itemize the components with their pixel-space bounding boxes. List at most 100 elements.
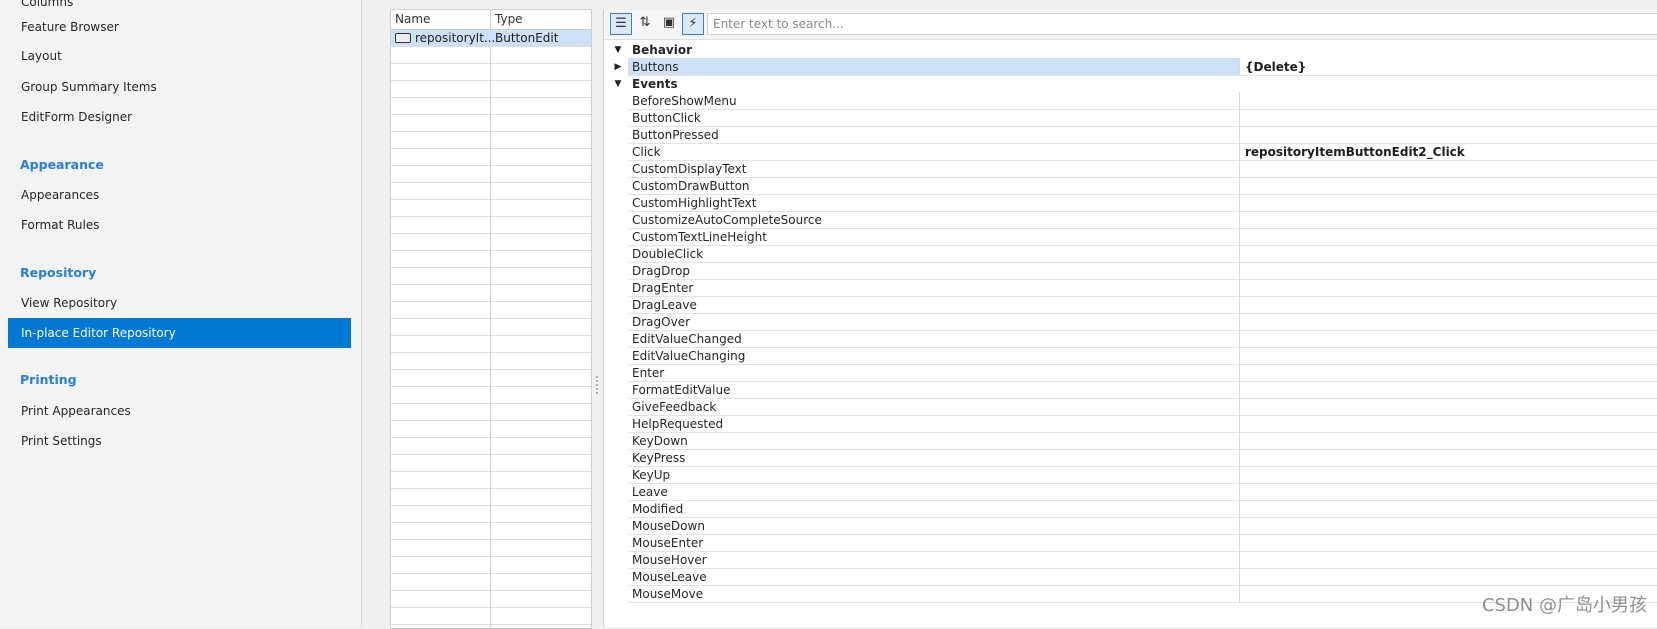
property-row-buttonpressed[interactable]: ButtonPressed bbox=[604, 126, 1657, 144]
property-value[interactable] bbox=[1239, 211, 1657, 229]
property-row-dragover[interactable]: DragOver bbox=[604, 313, 1657, 331]
property-row-doubleclick[interactable]: DoubleClick bbox=[604, 245, 1657, 263]
property-row-mouseenter[interactable]: MouseEnter bbox=[604, 534, 1657, 552]
expand-triangle-icon[interactable]: ▶ bbox=[612, 58, 624, 76]
empty-table-row bbox=[391, 574, 591, 591]
nav-item-view-repository[interactable]: View Repository bbox=[8, 288, 351, 318]
property-value[interactable] bbox=[1239, 483, 1657, 501]
property-value[interactable] bbox=[1239, 466, 1657, 484]
nav-item-print-appearances[interactable]: Print Appearances bbox=[8, 396, 351, 426]
property-value[interactable] bbox=[1239, 364, 1657, 382]
collapse-triangle-icon[interactable]: ▼ bbox=[612, 75, 624, 93]
property-pages-icon[interactable]: ▣ bbox=[658, 13, 680, 35]
property-value[interactable] bbox=[1239, 194, 1657, 212]
property-row-enter[interactable]: Enter bbox=[604, 364, 1657, 382]
property-row-keydown[interactable]: KeyDown bbox=[604, 432, 1657, 450]
property-search-input[interactable] bbox=[707, 13, 1657, 35]
property-row-mouseleave[interactable]: MouseLeave bbox=[604, 568, 1657, 586]
property-value[interactable] bbox=[1239, 177, 1657, 195]
property-value[interactable] bbox=[1239, 109, 1657, 127]
property-value[interactable] bbox=[1239, 126, 1657, 144]
property-name: DragEnter bbox=[628, 279, 1239, 297]
column-header-name[interactable]: Name bbox=[395, 10, 430, 29]
nav-item-editform-designer[interactable]: EditForm Designer bbox=[8, 102, 351, 132]
property-value[interactable] bbox=[1239, 568, 1657, 586]
property-row-dragleave[interactable]: DragLeave bbox=[604, 296, 1657, 314]
property-row-customizeautocompletesource[interactable]: CustomizeAutoCompleteSource bbox=[604, 211, 1657, 229]
property-row-dragenter[interactable]: DragEnter bbox=[604, 279, 1657, 297]
alphabetical-icon[interactable]: ⇅ bbox=[634, 13, 656, 35]
property-value[interactable] bbox=[1239, 330, 1657, 348]
property-value[interactable] bbox=[1239, 92, 1657, 110]
empty-table-row bbox=[391, 540, 591, 557]
repository-items-grid[interactable]: Name Type repositoryIt... ButtonEdit bbox=[390, 9, 592, 629]
property-row-formateditvalue[interactable]: FormatEditValue bbox=[604, 381, 1657, 399]
category-row-events[interactable]: ▼ Events bbox=[604, 75, 1657, 93]
property-row-dragdrop[interactable]: DragDrop bbox=[604, 262, 1657, 280]
property-row-givefeedback[interactable]: GiveFeedback bbox=[604, 398, 1657, 416]
property-value[interactable] bbox=[1239, 415, 1657, 433]
nav-item-group-summary-items[interactable]: Group Summary Items bbox=[8, 72, 351, 102]
property-value[interactable]: {Delete} bbox=[1239, 58, 1657, 76]
property-value[interactable] bbox=[1239, 160, 1657, 178]
property-name: DoubleClick bbox=[628, 245, 1239, 263]
nav-item-layout[interactable]: Layout bbox=[8, 41, 351, 71]
property-name: CustomDisplayText bbox=[628, 160, 1239, 178]
property-row-buttonclick[interactable]: ButtonClick bbox=[604, 109, 1657, 127]
property-name: HelpRequested bbox=[628, 415, 1239, 433]
property-value[interactable] bbox=[1239, 517, 1657, 535]
nav-item-feature-browser[interactable]: Feature Browser bbox=[8, 12, 351, 42]
empty-table-row bbox=[391, 115, 591, 132]
property-name: KeyPress bbox=[628, 449, 1239, 467]
nav-item-format-rules[interactable]: Format Rules bbox=[8, 210, 351, 240]
property-value[interactable] bbox=[1239, 279, 1657, 297]
property-value[interactable] bbox=[1239, 245, 1657, 263]
property-row-customtextlineheight[interactable]: CustomTextLineHeight bbox=[604, 228, 1657, 246]
table-row[interactable]: repositoryIt... ButtonEdit bbox=[391, 30, 591, 47]
property-row-helprequested[interactable]: HelpRequested bbox=[604, 415, 1657, 433]
property-value[interactable] bbox=[1239, 381, 1657, 399]
property-row-modified[interactable]: Modified bbox=[604, 500, 1657, 518]
property-value[interactable] bbox=[1239, 262, 1657, 280]
property-row-mousehover[interactable]: MouseHover bbox=[604, 551, 1657, 569]
property-row-editvaluechanging[interactable]: EditValueChanging bbox=[604, 347, 1657, 365]
events-icon[interactable]: ⚡ bbox=[682, 13, 704, 35]
property-row-customhighlighttext[interactable]: CustomHighlightText bbox=[604, 194, 1657, 212]
property-value[interactable] bbox=[1239, 228, 1657, 246]
categorized-icon[interactable]: ☰ bbox=[610, 13, 632, 35]
property-name: MouseLeave bbox=[628, 568, 1239, 586]
empty-table-row bbox=[391, 336, 591, 353]
property-value[interactable] bbox=[1239, 313, 1657, 331]
property-value[interactable] bbox=[1239, 296, 1657, 314]
property-name: Modified bbox=[628, 500, 1239, 518]
property-value[interactable]: repositoryItemButtonEdit2_Click bbox=[1239, 143, 1657, 161]
property-row-editvaluechanged[interactable]: EditValueChanged bbox=[604, 330, 1657, 348]
property-row-click[interactable]: Click repositoryItemButtonEdit2_Click bbox=[604, 143, 1657, 161]
property-row-beforeshowmenu[interactable]: BeforeShowMenu bbox=[604, 92, 1657, 110]
property-value[interactable] bbox=[1239, 347, 1657, 365]
splitter-grip[interactable] bbox=[595, 375, 599, 395]
property-row-mousedown[interactable]: MouseDown bbox=[604, 517, 1657, 535]
property-value[interactable] bbox=[1239, 534, 1657, 552]
property-name: DragOver bbox=[628, 313, 1239, 331]
property-value[interactable] bbox=[1239, 398, 1657, 416]
property-value[interactable] bbox=[1239, 500, 1657, 518]
property-row-buttons[interactable]: ▶ Buttons {Delete} bbox=[604, 58, 1657, 76]
property-row-leave[interactable]: Leave bbox=[604, 483, 1657, 501]
property-row-keyup[interactable]: KeyUp bbox=[604, 466, 1657, 484]
category-row-behavior[interactable]: ▼ Behavior bbox=[604, 41, 1657, 59]
empty-table-row bbox=[391, 149, 591, 166]
property-row-keypress[interactable]: KeyPress bbox=[604, 449, 1657, 467]
property-value[interactable] bbox=[1239, 432, 1657, 450]
nav-item-appearances[interactable]: Appearances bbox=[8, 180, 351, 210]
property-row-customdrawbutton[interactable]: CustomDrawButton bbox=[604, 177, 1657, 195]
property-value[interactable] bbox=[1239, 551, 1657, 569]
column-header-type[interactable]: Type bbox=[495, 10, 523, 29]
nav-item-print-settings[interactable]: Print Settings bbox=[8, 426, 351, 456]
property-value[interactable] bbox=[1239, 449, 1657, 467]
empty-table-row bbox=[391, 591, 591, 608]
collapse-triangle-icon[interactable]: ▼ bbox=[612, 41, 624, 59]
property-row-customdisplaytext[interactable]: CustomDisplayText bbox=[604, 160, 1657, 178]
nav-item-inplace-editor-repository[interactable]: In-place Editor Repository bbox=[8, 318, 351, 348]
empty-table-row bbox=[391, 438, 591, 455]
